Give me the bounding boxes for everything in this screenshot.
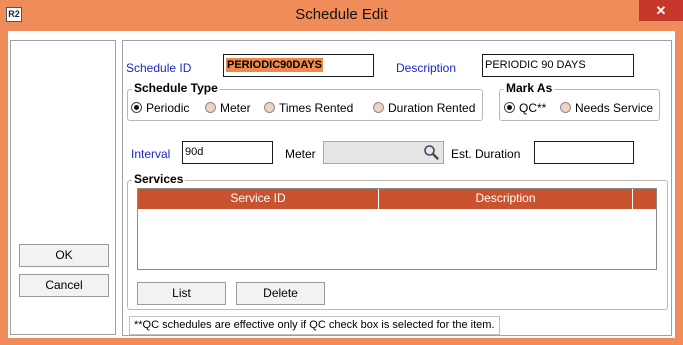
qc-footnote: **QC schedules are effective only if QC … xyxy=(129,316,500,335)
schedule-form: Schedule ID PERIODIC90DAYS Description P… xyxy=(122,40,672,336)
radio-selected-icon xyxy=(504,102,515,113)
radio-label: Duration Rented xyxy=(388,101,476,115)
action-panel: OK Cancel xyxy=(10,40,116,335)
est-duration-label: Est. Duration xyxy=(451,147,521,161)
title-bar: R2 Schedule Edit ✕ xyxy=(0,0,683,31)
description-label: Description xyxy=(396,61,457,75)
radio-periodic[interactable]: Periodic xyxy=(131,101,189,115)
radio-qc[interactable]: QC** xyxy=(504,101,546,115)
column-header-service-id[interactable]: Service ID xyxy=(138,189,379,209)
radio-meter[interactable]: Meter xyxy=(205,101,251,115)
schedule-type-title: Schedule Type xyxy=(132,81,220,95)
radio-times-rented[interactable]: Times Rented xyxy=(264,101,353,115)
ok-button[interactable]: OK xyxy=(19,244,109,267)
radio-label: Meter xyxy=(220,101,251,115)
close-icon[interactable]: ✕ xyxy=(639,0,683,21)
mark-as-title: Mark As xyxy=(504,81,555,95)
schedule-id-label: Schedule ID xyxy=(126,61,192,75)
radio-selected-icon xyxy=(131,102,142,113)
services-title: Services xyxy=(132,172,186,186)
interval-field[interactable]: 90d xyxy=(182,141,273,164)
column-header-filler xyxy=(633,189,656,209)
radio-unselected-icon xyxy=(205,102,216,113)
est-duration-field[interactable] xyxy=(534,141,634,164)
schedule-edit-window: R2 Schedule Edit ✕ OK Cancel Schedule ID… xyxy=(0,0,683,345)
description-field[interactable]: PERIODIC 90 DAYS xyxy=(482,54,634,77)
radio-duration-rented[interactable]: Duration Rented xyxy=(373,101,475,115)
cancel-button[interactable]: Cancel xyxy=(19,274,109,297)
delete-button[interactable]: Delete xyxy=(236,282,325,305)
list-button[interactable]: List xyxy=(137,282,226,305)
radio-unselected-icon xyxy=(560,102,571,113)
mark-as-group: Mark As QC** Needs Service xyxy=(499,81,660,121)
schedule-id-field[interactable]: PERIODIC90DAYS xyxy=(223,54,374,77)
services-table[interactable]: Service ID Description xyxy=(137,188,657,270)
meter-field[interactable] xyxy=(323,141,444,164)
interval-label: Interval xyxy=(131,147,171,161)
radio-unselected-icon xyxy=(373,102,384,113)
schedule-type-group: Schedule Type Periodic Meter Times Rente… xyxy=(127,81,483,121)
dialog-body: OK Cancel Schedule ID PERIODIC90DAYS Des… xyxy=(8,31,675,338)
services-table-header: Service ID Description xyxy=(138,189,656,209)
radio-needs-service[interactable]: Needs Service xyxy=(560,101,653,115)
radio-label: Times Rented xyxy=(279,101,354,115)
window-title: Schedule Edit xyxy=(295,6,388,23)
radio-label: Periodic xyxy=(146,101,190,115)
radio-unselected-icon xyxy=(264,102,275,113)
radio-label: Needs Service xyxy=(575,101,654,115)
magnifier-icon[interactable] xyxy=(423,144,439,160)
column-header-description[interactable]: Description xyxy=(379,189,633,209)
schedule-id-value: PERIODIC90DAYS xyxy=(226,58,323,72)
radio-label: QC** xyxy=(519,101,547,115)
meter-label: Meter xyxy=(285,147,316,161)
